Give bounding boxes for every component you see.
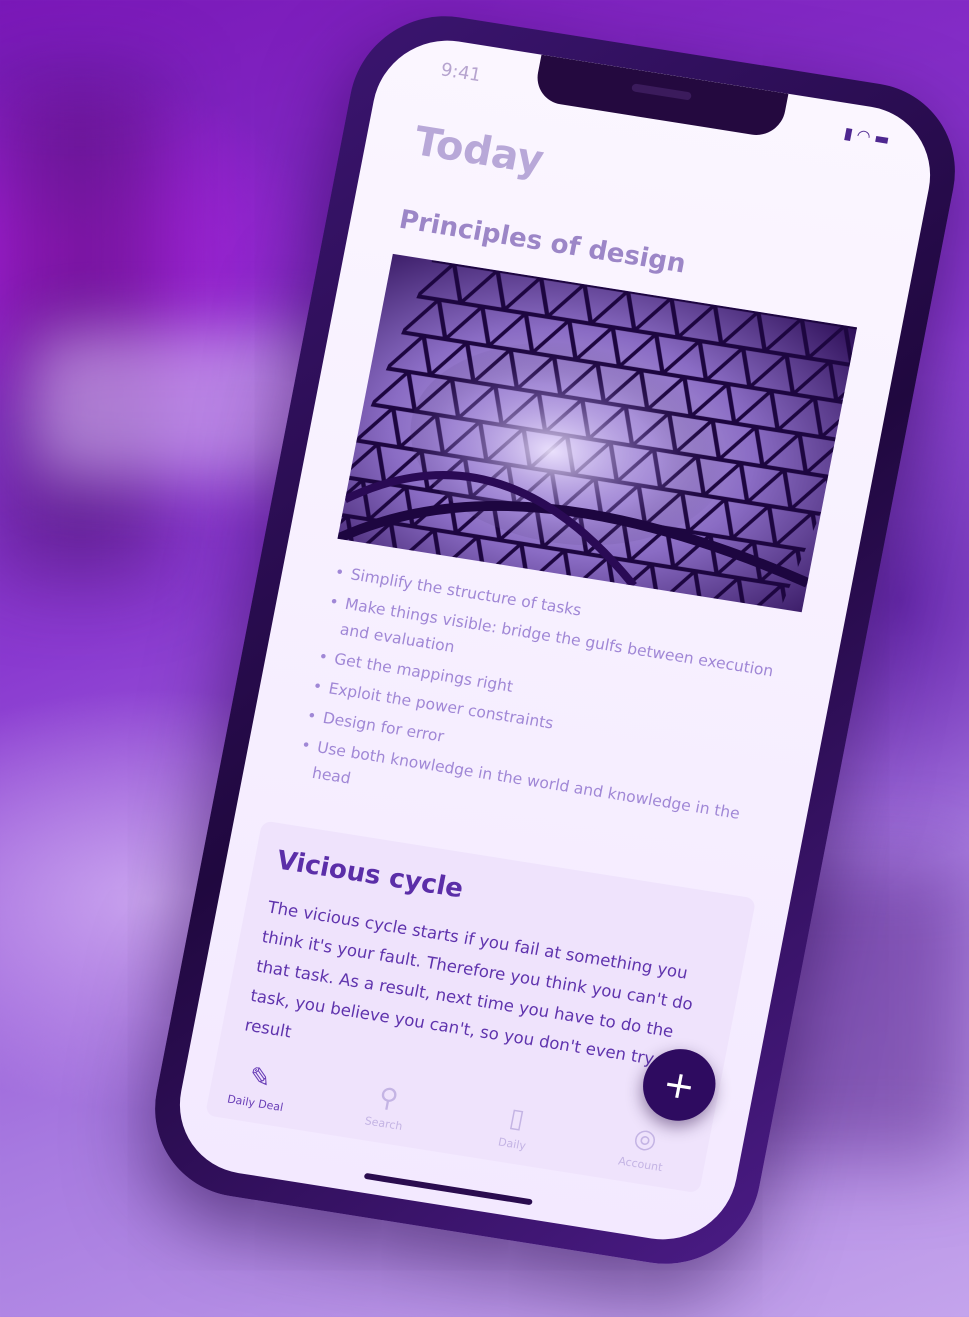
plus-icon: + [659,1060,700,1110]
lattice-graphic [337,260,858,609]
hero-image [337,253,858,613]
battery-icon: ▬ [872,127,896,150]
status-time: 9:41 [438,59,483,87]
principles-list: Simplify the structure of tasks Make thi… [289,558,798,859]
status-icons: ▮◠▬ [842,123,895,149]
speaker [631,83,692,101]
card-title: Vicious cycle [274,845,466,905]
page-title: Today [410,118,548,184]
